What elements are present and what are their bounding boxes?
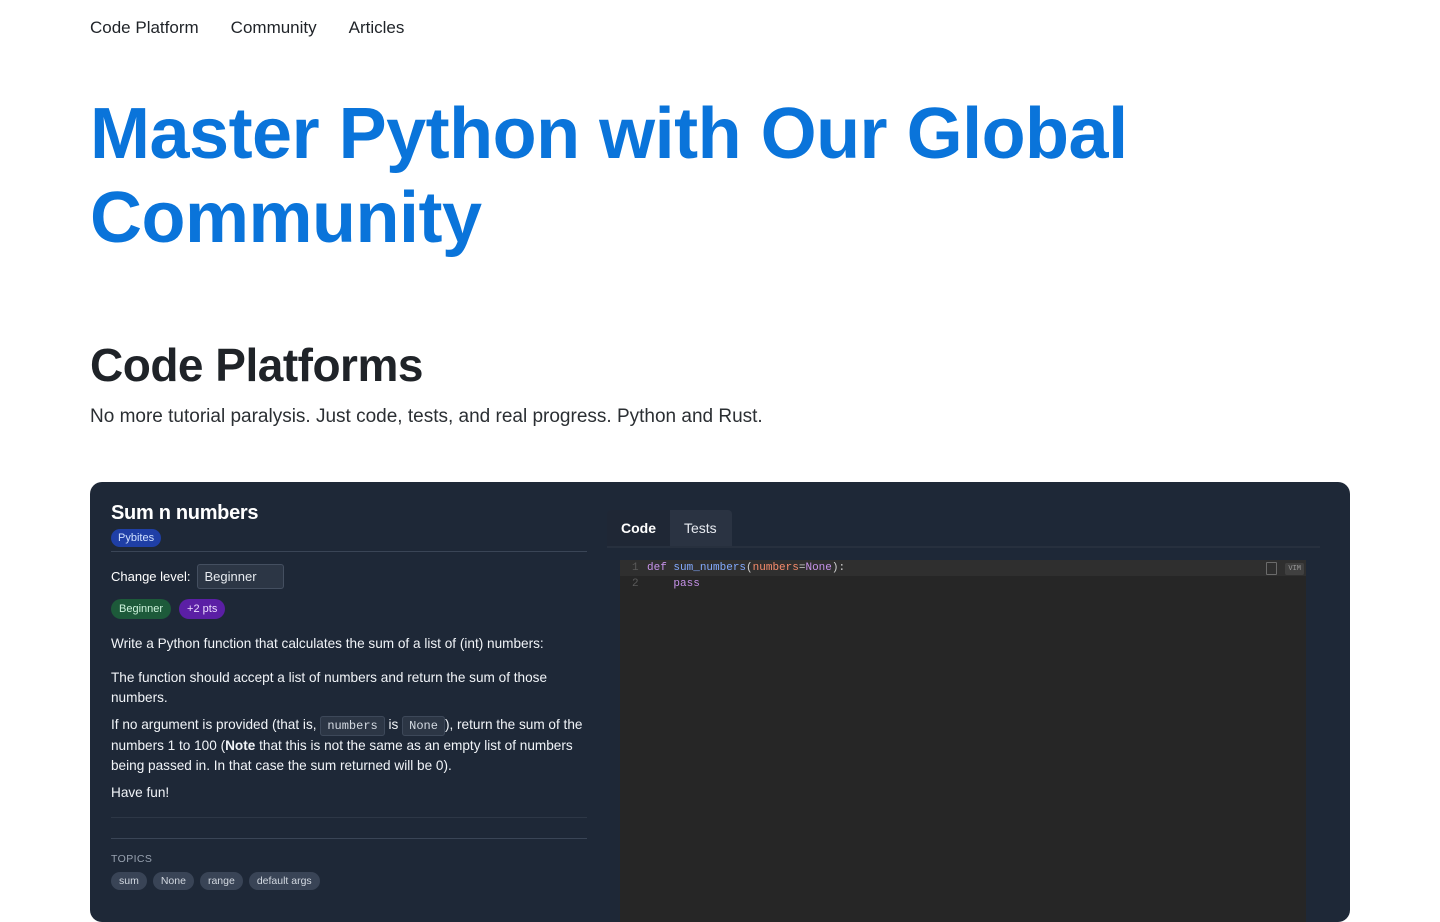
hero-title-line2: Community <box>90 178 482 258</box>
change-level-row: Change level: Beginner <box>111 564 587 589</box>
level-badge: Beginner <box>111 599 172 619</box>
level-select[interactable]: Beginner <box>196 564 284 589</box>
points-badge: +2 pts <box>179 599 226 619</box>
tabs-underline <box>607 546 1320 548</box>
text-span: is <box>388 717 399 732</box>
keyword: def <box>647 562 667 574</box>
description-paragraph: If no argument is provided (that is, num… <box>111 715 587 776</box>
section-title: Code Platforms <box>90 339 423 391</box>
topics-label: TOPICS <box>111 853 153 865</box>
editor-tabs: Code Tests <box>607 510 732 546</box>
badges-row: Beginner +2 pts <box>111 599 587 619</box>
code-platform-preview: Sum n numbers Pybites Change level: Begi… <box>90 482 1350 922</box>
topic-tag[interactable]: None <box>152 872 194 890</box>
topic-tag[interactable]: range <box>199 872 243 890</box>
description-paragraph: Write a Python function that calculates … <box>111 636 544 651</box>
parameter: numbers <box>752 562 799 574</box>
keyword: pass <box>673 578 700 590</box>
nav-community[interactable]: Community <box>231 18 317 38</box>
hero-title: Master Python with Our Global Community <box>90 92 1290 260</box>
topics-list: sum None range default args <box>111 872 587 890</box>
divider <box>111 551 587 552</box>
copy-icon[interactable] <box>1266 562 1278 575</box>
change-level-label: Change level: <box>111 569 191 584</box>
divider <box>111 838 587 839</box>
tab-tests[interactable]: Tests <box>670 510 731 546</box>
text-span: If no argument is provided (that is, <box>111 717 317 732</box>
exercise-panel: Sum n numbers Pybites Change level: Begi… <box>111 502 587 890</box>
code-line: 1 def sum_numbers(numbers=None): <box>620 560 1306 576</box>
description-paragraph: Have fun! <box>111 785 170 800</box>
code-editor[interactable]: 1 def sum_numbers(numbers=None): 2 pass V… <box>620 560 1306 922</box>
editor-toolbar: VIM <box>1266 562 1304 575</box>
nav-code-platform[interactable]: Code Platform <box>90 18 199 38</box>
line-number: 2 <box>632 578 639 590</box>
line-number: 1 <box>632 562 639 574</box>
section-subtitle: No more tutorial paralysis. Just code, t… <box>90 406 763 427</box>
note-bold: Note <box>225 738 256 753</box>
source-badge: Pybites <box>111 529 162 547</box>
top-nav: Code Platform Community Articles <box>90 18 404 38</box>
tab-code[interactable]: Code <box>607 510 670 546</box>
inline-code: numbers <box>320 716 385 736</box>
divider <box>111 817 587 818</box>
topic-tag[interactable]: default args <box>248 872 320 890</box>
nav-articles[interactable]: Articles <box>349 18 405 38</box>
topic-tag[interactable]: sum <box>111 872 147 890</box>
vim-toggle[interactable]: VIM <box>1285 562 1304 575</box>
description-paragraph: The function should accept a list of num… <box>111 670 548 705</box>
exercise-title: Sum n numbers <box>111 502 259 524</box>
code-line: 2 pass <box>620 576 1306 592</box>
exercise-description: Write a Python function that calculates … <box>111 634 587 803</box>
none-literal: None <box>805 562 832 574</box>
function-name: sum_numbers <box>673 562 747 574</box>
punctuation: ): <box>831 562 846 574</box>
hero-title-line1: Master Python with Our Global <box>90 94 1128 174</box>
inline-code: None <box>402 716 445 736</box>
punctuation: ( <box>746 562 753 574</box>
editor-panel: Code Tests 1 def sum_numbers(numbers=None… <box>607 510 1320 922</box>
